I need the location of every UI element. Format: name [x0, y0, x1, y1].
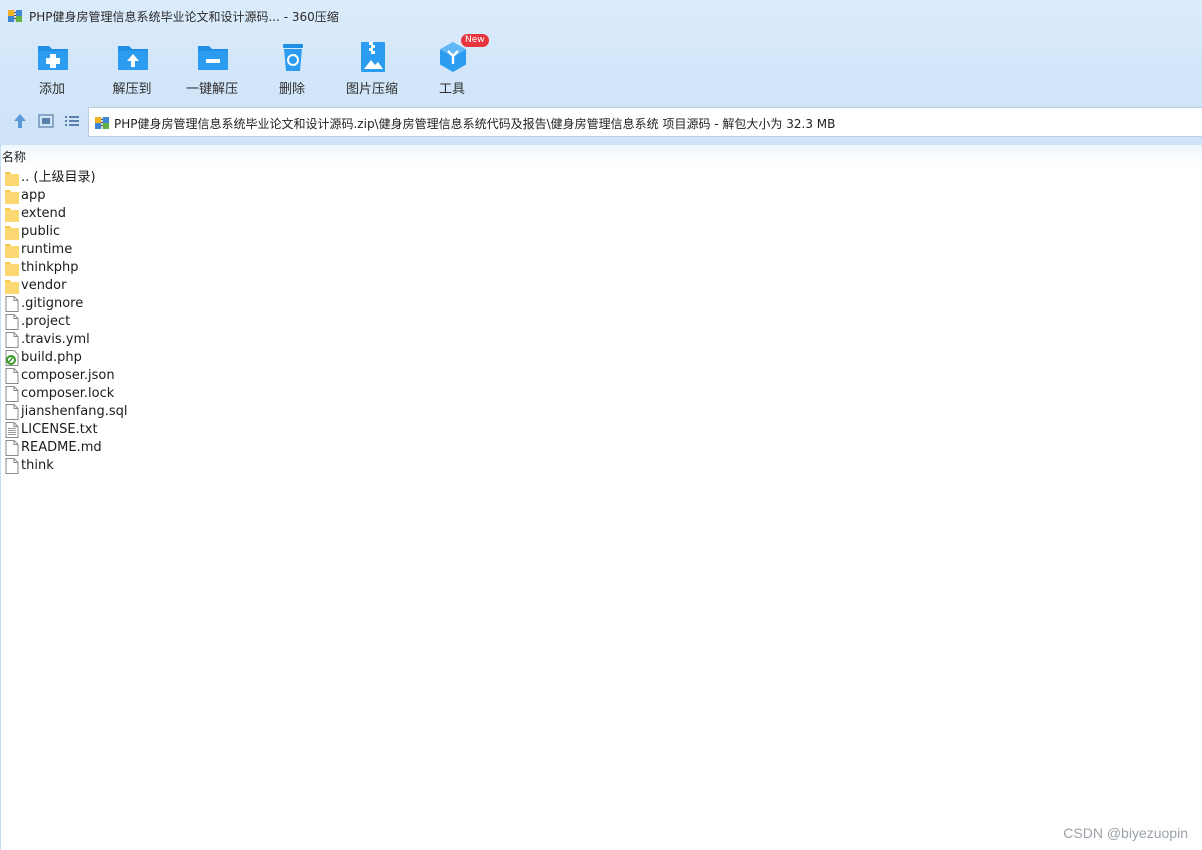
file-list: 名称 .. (上级目录) app extend public runtime thinkp… — [0, 145, 1202, 850]
one-click-extract-icon — [196, 40, 230, 74]
file-icon — [5, 440, 19, 456]
delete-label: 删除 — [278, 82, 305, 97]
folder-icon — [5, 224, 19, 240]
delete-button[interactable]: 删除 — [252, 38, 332, 98]
folder-icon — [5, 206, 19, 222]
file-row[interactable]: think — [1, 457, 301, 475]
file-row[interactable]: jianshenfang.sql — [1, 403, 301, 421]
folder-row[interactable]: vendor — [1, 277, 301, 295]
list-view-icon[interactable] — [63, 112, 81, 130]
php-file-icon — [5, 350, 19, 366]
file-rows: .. (上级目录) app extend public runtime thinkphp v… — [1, 169, 601, 475]
image-compress-label: 图片压缩 — [345, 82, 398, 97]
app-window: PHP健身房管理信息系统毕业论文和设计源码... - 360压缩 添加 解压到 … — [0, 0, 1202, 850]
file-icon — [5, 368, 19, 384]
item-name: vendor — [21, 278, 67, 293]
file-row[interactable]: composer.lock — [1, 385, 301, 403]
item-name: app — [21, 188, 46, 203]
one-click-extract-label: 一键解压 — [185, 82, 238, 97]
list-header: 名称 — [1, 145, 1202, 165]
image-compress-button[interactable]: 图片压缩 — [332, 38, 412, 98]
toolbar: 添加 解压到 一键解压 删除 图片压缩 New 工具 — [0, 34, 1202, 104]
column-header-name[interactable]: 名称 — [2, 148, 26, 165]
text-file-icon — [5, 422, 19, 438]
file-row[interactable]: README.md — [1, 439, 301, 457]
file-icon — [5, 458, 19, 474]
folder-row[interactable]: .. (上级目录) — [1, 169, 301, 187]
add-folder-icon — [36, 40, 70, 74]
file-row[interactable]: .gitignore — [1, 295, 301, 313]
item-name: build.php — [21, 350, 82, 365]
folder-icon — [5, 188, 19, 204]
folder-row[interactable]: app — [1, 187, 301, 205]
folder-row[interactable]: extend — [1, 205, 301, 223]
add-label: 添加 — [38, 82, 65, 97]
item-name: thinkphp — [21, 260, 79, 275]
watermark: CSDN @biyezuopin — [1063, 825, 1188, 841]
extract-to-label: 解压到 — [112, 82, 152, 97]
window-title: PHP健身房管理信息系统毕业论文和设计源码... - 360压缩 — [29, 10, 339, 24]
image-compress-icon — [356, 40, 390, 74]
item-name: jianshenfang.sql — [21, 404, 128, 419]
address-row: PHP健身房管理信息系统毕业论文和设计源码.zip\健身房管理信息系统代码及报告… — [0, 106, 1202, 137]
window-chrome: PHP健身房管理信息系统毕业论文和设计源码... - 360压缩 添加 解压到 … — [0, 0, 1202, 145]
thumbnail-view-icon[interactable] — [37, 112, 55, 130]
file-icon — [5, 386, 19, 402]
item-name: .travis.yml — [21, 332, 90, 347]
item-name: runtime — [21, 242, 73, 257]
item-name: .. (上级目录) — [21, 170, 96, 185]
add-button[interactable]: 添加 — [12, 38, 92, 98]
folder-icon — [5, 170, 19, 186]
item-name: README.md — [21, 440, 102, 455]
item-name: think — [21, 458, 54, 473]
file-icon — [5, 404, 19, 420]
file-icon — [5, 314, 19, 330]
folder-row[interactable]: thinkphp — [1, 259, 301, 277]
address-path: PHP健身房管理信息系统毕业论文和设计源码.zip\健身房管理信息系统代码及报告… — [114, 117, 836, 131]
file-row[interactable]: .project — [1, 313, 301, 331]
one-click-extract-button[interactable]: 一键解压 — [172, 38, 252, 98]
item-name: public — [21, 224, 61, 239]
folder-icon — [5, 242, 19, 258]
extract-to-icon — [116, 40, 150, 74]
folder-row[interactable]: public — [1, 223, 301, 241]
new-badge: New — [461, 34, 489, 47]
file-row[interactable]: LICENSE.txt — [1, 421, 301, 439]
item-name: .gitignore — [21, 296, 84, 311]
recycle-bin-icon — [276, 40, 310, 74]
file-row[interactable]: composer.json — [1, 367, 301, 385]
extract-to-button[interactable]: 解压到 — [92, 38, 172, 98]
item-name: .project — [21, 314, 71, 329]
title-bar: PHP健身房管理信息系统毕业论文和设计源码... - 360压缩 — [0, 0, 1202, 34]
tools-button[interactable]: New 工具 — [412, 34, 492, 98]
arrow-up-icon[interactable] — [11, 112, 29, 130]
item-name: extend — [21, 206, 67, 221]
file-row[interactable]: .travis.yml — [1, 331, 301, 349]
item-name: composer.lock — [21, 386, 115, 401]
item-name: LICENSE.txt — [21, 422, 98, 437]
address-bar[interactable]: PHP健身房管理信息系统毕业论文和设计源码.zip\健身房管理信息系统代码及报告… — [88, 107, 1202, 137]
file-icon — [5, 332, 19, 348]
archive-icon — [94, 115, 110, 131]
folder-row[interactable]: runtime — [1, 241, 301, 259]
item-name: composer.json — [21, 368, 115, 383]
file-icon — [5, 296, 19, 312]
file-row[interactable]: build.php — [1, 349, 301, 367]
folder-icon — [5, 278, 19, 294]
folder-icon — [5, 260, 19, 276]
tools-label: 工具 — [438, 82, 465, 97]
archive-app-icon — [7, 8, 23, 24]
